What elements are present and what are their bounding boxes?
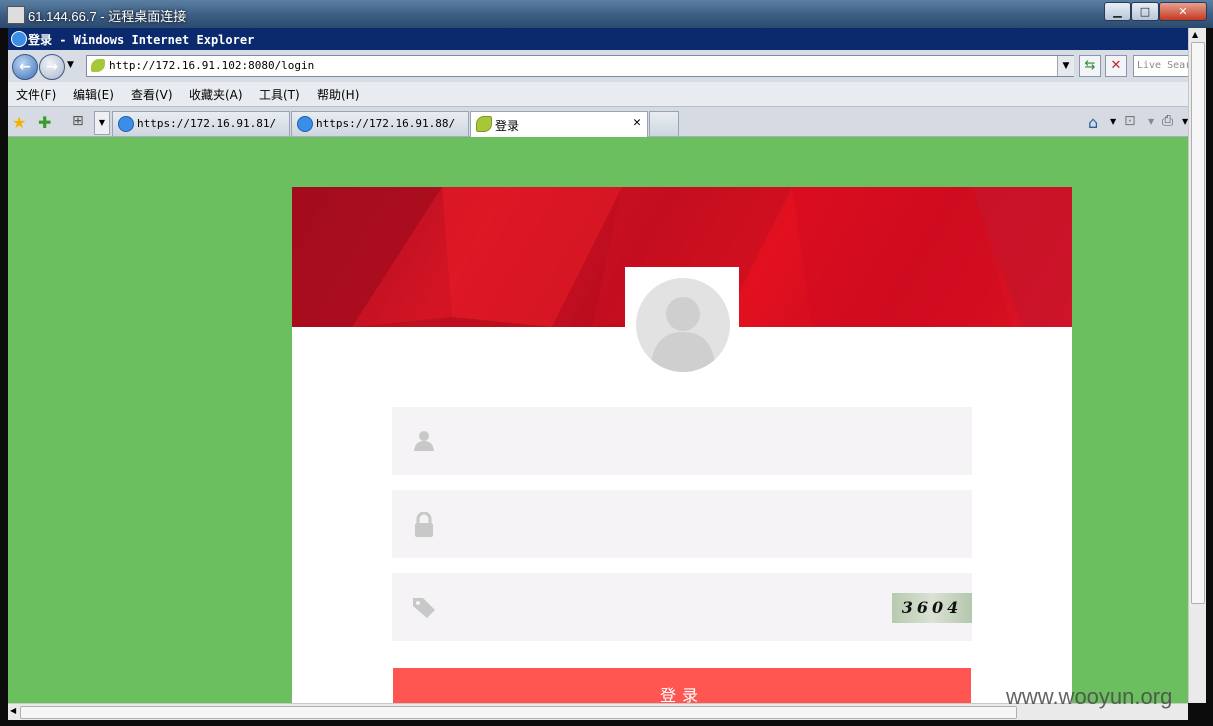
tab-bar: ★ ✚ ⊞ ▼ https://172.16.91.81/ https://17… [8, 107, 1188, 137]
menu-edit[interactable]: 编辑(E) [73, 86, 114, 103]
vertical-scrollbar[interactable]: ▲ [1188, 28, 1206, 703]
forward-arrow-icon[interactable]: → [39, 54, 65, 80]
rdp-window: 61.144.66.7 - 远程桌面连接 ▁ □ ✕ 登录 - Windows … [0, 0, 1213, 726]
feeds-dropdown-icon[interactable]: ▼ [1148, 117, 1154, 126]
ie-logo-icon [11, 31, 27, 47]
new-tab-button[interactable] [649, 111, 679, 136]
menu-help[interactable]: 帮助(H) [317, 86, 359, 103]
ie-page-icon [297, 116, 313, 132]
page-viewport: 3604 登录 [8, 137, 1188, 703]
username-field[interactable] [392, 407, 972, 475]
tab-label: 登录 [495, 119, 520, 133]
close-tab-icon[interactable]: ✕ [633, 115, 641, 130]
tab-label: https://172.16.91.88/ [316, 117, 456, 130]
address-toolbar: ← → ▼ http://172.16.91.102:8080/login ▼ … [8, 50, 1193, 82]
print-icon[interactable]: ⎙ [1162, 113, 1173, 129]
search-input[interactable]: Live Sear [1133, 55, 1193, 77]
add-favorite-icon[interactable]: ✚ [38, 113, 51, 132]
maximize-button[interactable]: □ [1131, 2, 1159, 21]
lock-icon [410, 511, 438, 537]
tab-list-dropdown-icon[interactable]: ▼ [94, 111, 110, 135]
home-icon[interactable]: ⌂ [1088, 113, 1098, 132]
ie-title-bar: 登录 - Windows Internet Explorer [8, 28, 1188, 50]
rdp-title-bar: 61.144.66.7 - 远程桌面连接 ▁ □ ✕ [0, 0, 1213, 28]
rdp-window-title: 61.144.66.7 - 远程桌面连接 [28, 9, 187, 24]
rdp-app-icon [7, 6, 25, 24]
address-url: http://172.16.91.102:8080/login [109, 59, 315, 72]
tab-2[interactable]: https://172.16.91.88/ [291, 111, 469, 136]
captcha-image[interactable]: 3604 [892, 593, 972, 623]
password-field[interactable] [392, 490, 972, 558]
leaf-favicon-icon [476, 116, 492, 132]
home-dropdown-icon[interactable]: ▼ [1110, 117, 1116, 126]
history-dropdown-icon[interactable]: ▼ [67, 60, 74, 70]
quick-tabs-icon[interactable]: ⊞ [72, 113, 84, 129]
refresh-icon[interactable]: ⇆ [1079, 55, 1101, 77]
ie-window-title: 登录 - Windows Internet Explorer [28, 33, 255, 47]
avatar-frame [625, 267, 739, 379]
vertical-scroll-thumb[interactable] [1191, 42, 1205, 604]
tab-1[interactable]: https://172.16.91.81/ [112, 111, 290, 136]
close-button[interactable]: ✕ [1159, 2, 1207, 21]
back-arrow-icon[interactable]: ← [12, 54, 38, 80]
login-card: 3604 登录 [292, 187, 1072, 703]
address-bar[interactable]: http://172.16.91.102:8080/login ▼ [86, 55, 1074, 77]
leaf-favicon-icon [91, 59, 105, 72]
ie-page-icon [118, 116, 134, 132]
scroll-left-icon[interactable]: ◀ [10, 706, 16, 715]
minimize-button[interactable]: ▁ [1104, 2, 1131, 21]
avatar [636, 278, 730, 372]
favorites-star-icon[interactable]: ★ [12, 113, 26, 132]
stop-icon[interactable]: ✕ [1105, 55, 1127, 77]
address-dropdown-icon[interactable]: ▼ [1057, 56, 1074, 76]
menu-tools[interactable]: 工具(T) [259, 86, 300, 103]
tag-icon [410, 595, 438, 619]
tab-label: https://172.16.91.81/ [137, 117, 277, 130]
user-silhouette-icon [650, 297, 716, 372]
login-button[interactable]: 登录 [393, 668, 971, 703]
menu-bar: 文件(F) 编辑(E) 查看(V) 收藏夹(A) 工具(T) 帮助(H) [8, 82, 1188, 107]
menu-file[interactable]: 文件(F) [16, 86, 56, 103]
user-icon [410, 429, 438, 453]
menu-favorites[interactable]: 收藏夹(A) [189, 86, 243, 103]
captcha-field[interactable]: 3604 [392, 573, 972, 641]
watermark: www.wooyun.org [1006, 684, 1173, 709]
feeds-icon[interactable]: ⊡ [1124, 113, 1136, 129]
menu-view[interactable]: 查看(V) [131, 86, 173, 103]
tab-login[interactable]: 登录 ✕ [470, 111, 648, 137]
scroll-up-icon[interactable]: ▲ [1192, 30, 1198, 39]
horizontal-scroll-thumb[interactable] [20, 706, 1017, 719]
